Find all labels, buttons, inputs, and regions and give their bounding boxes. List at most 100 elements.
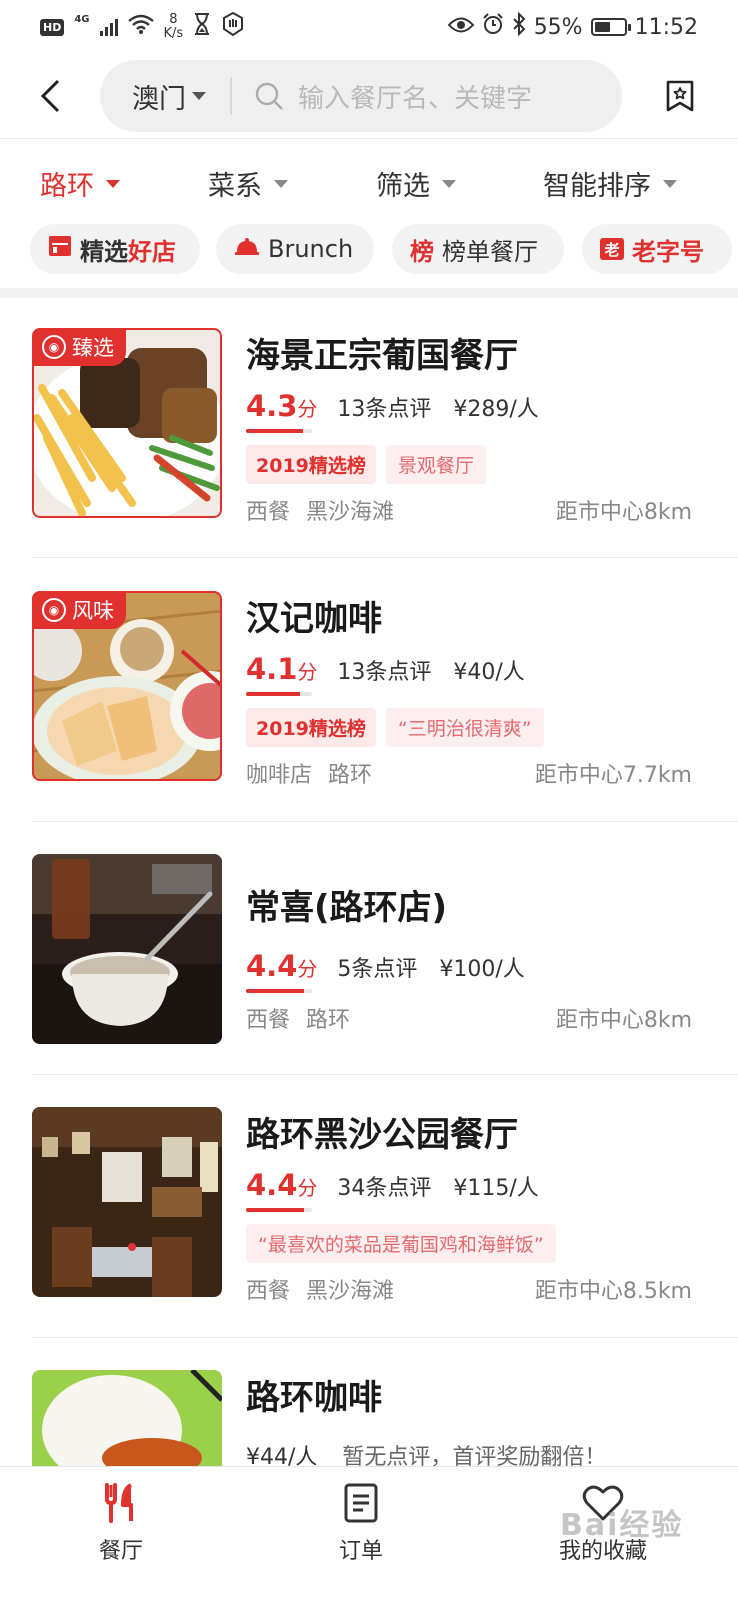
area-name: 黑沙海滩 (306, 1279, 395, 1304)
back-button[interactable] (0, 54, 100, 138)
tag-brunch[interactable]: Brunch (216, 224, 374, 274)
restaurant-meta: 西餐 路环 距市中心8km (246, 1002, 692, 1034)
rating-score: 4.4分 (246, 949, 317, 993)
filter-area[interactable]: 路环 (40, 164, 120, 203)
restaurant-name: 常喜(路环店) (246, 888, 448, 928)
restaurant-info: 路环咖啡 ¥44/人 暂无点评，首评奖励翻倍！ (246, 1370, 606, 1471)
list-divider (32, 1074, 738, 1075)
tag-ranking-label: 榜单餐厅 (442, 237, 538, 266)
filter-cuisine[interactable]: 菜系 (208, 164, 288, 203)
tag-brunch-label: Brunch (268, 235, 354, 263)
distance: 距市中心8km (555, 500, 692, 525)
status-left: HD 4G 8 K/s (40, 11, 245, 42)
city-dropdown-icon (192, 92, 206, 100)
city-label: 澳门 (132, 83, 186, 115)
nav-restaurants-label: 餐厅 (98, 1539, 143, 1564)
premium-badge: ◉ 臻选 (32, 328, 126, 366)
restaurant-name: 路环黑沙公园餐厅 (246, 1115, 518, 1155)
rating-bar (246, 989, 312, 993)
eye-icon (447, 15, 475, 40)
battery-icon (590, 18, 631, 36)
restaurant-photo (32, 854, 222, 1044)
bookmark-icon (666, 80, 694, 112)
signal-icon (99, 18, 118, 36)
rating-unit: 分 (297, 1176, 318, 1200)
area-name: 路环 (306, 1008, 351, 1033)
price-per-person: ¥100/人 (439, 957, 525, 982)
filter-cuisine-label: 菜系 (208, 171, 262, 202)
rating-bar (246, 692, 312, 696)
review-count: 5条点评 (337, 957, 418, 982)
rating-row: 4.1分 13条点评 ¥40/人 (246, 652, 544, 696)
restaurant-info: 路环黑沙公园餐厅 4.4分 34条点评 ¥115/人 “最喜欢的菜品是葡国鸡和海… (246, 1107, 556, 1263)
rating-bar (246, 1208, 312, 1212)
favorites-button[interactable] (622, 54, 738, 138)
search-input[interactable]: 输入餐厅名、关键字 (298, 78, 532, 115)
rating-score: 4.3分 (246, 389, 318, 433)
distance: 距市中心7.7km (534, 763, 692, 788)
filter-sort-chevron-icon (663, 179, 677, 188)
rating-row: 4.4分 5条点评 ¥100/人 (246, 949, 525, 993)
battery-fill (594, 22, 610, 32)
rating-value: 4.3 (246, 389, 298, 423)
area-name: 黑沙海滩 (306, 500, 395, 525)
rating-bar-fill (246, 692, 301, 696)
price-per-person: ¥115/人 (453, 1176, 539, 1201)
rating-unit: 分 (297, 660, 318, 684)
wifi-icon (127, 14, 154, 40)
cuisine-type: 咖啡店 (246, 763, 313, 788)
rating-value: 4.4 (246, 949, 298, 983)
category-tags: 精选 好店 Brunch 榜 榜单餐厅 老 老字号 (0, 224, 738, 274)
document-icon (344, 1483, 378, 1523)
review-quote-tag: “三明治很清爽” (385, 708, 544, 747)
city-selector[interactable]: 澳门 (132, 77, 206, 116)
nav-restaurants[interactable]: 餐厅 (46, 1483, 196, 1565)
filter-options[interactable]: 筛选 (376, 164, 456, 203)
restaurant-meta: 西餐 黑沙海滩 距市中心8km (246, 494, 692, 526)
nav-orders-label: 订单 (338, 1539, 383, 1564)
rating-value: 4.1 (246, 652, 298, 686)
rating-bar (246, 429, 312, 433)
rating-bar-fill (246, 429, 303, 433)
tag-time-honored[interactable]: 老 老字号 (582, 224, 732, 274)
rating-row: 4.4分 34条点评 ¥115/人 (246, 1168, 556, 1212)
store-icon (48, 235, 72, 263)
tag-selected-stores[interactable]: 精选 好店 (30, 224, 200, 274)
rating-unit: 分 (297, 397, 318, 421)
clock-time: 11:52 (634, 14, 698, 40)
rating-bar-fill (246, 1208, 305, 1212)
list-divider (32, 1337, 738, 1338)
time-honored-icon: 老 (600, 238, 624, 260)
cloche-icon (234, 235, 260, 263)
top-header: 澳门 输入餐厅名、关键字 (0, 54, 738, 138)
restaurant-name: 海景正宗葡国餐厅 (246, 336, 518, 376)
distance: 距市中心8km (555, 1008, 692, 1033)
cuisine-area: 西餐 黑沙海滩 (246, 494, 410, 526)
rating-score: 4.4分 (246, 1168, 318, 1212)
filter-options-chevron-icon (442, 179, 456, 188)
restaurant-tags: 2019精选榜 “三明治很清爽” (246, 708, 544, 747)
cuisine-area: 咖啡店 路环 (246, 757, 388, 789)
nav-orders[interactable]: 订单 (286, 1483, 436, 1565)
tag-ranking[interactable]: 榜 榜单餐厅 (392, 224, 564, 274)
net-speed-unit: K/s (163, 26, 184, 41)
net-speed-value: 8 (169, 12, 178, 27)
status-bar: HD 4G 8 K/s 55% 11:52 (0, 0, 738, 54)
filter-sort[interactable]: 智能排序 (543, 164, 677, 203)
bluetooth-icon (512, 11, 526, 42)
cuisine-area: 西餐 黑沙海滩 (246, 1273, 410, 1305)
filter-sort-label: 智能排序 (543, 171, 651, 202)
restaurant-meta: 西餐 黑沙海滩 距市中心8.5km (246, 1273, 692, 1305)
search-icon (254, 81, 284, 111)
cuisine-type: 西餐 (246, 1008, 291, 1033)
restaurant-photo: ◉ 风味 (32, 591, 222, 781)
list-divider (32, 821, 738, 822)
search-bar[interactable]: 澳门 输入餐厅名、关键字 (100, 60, 622, 132)
filter-area-chevron-icon (106, 179, 120, 188)
review-quote-tag: “最喜欢的菜品是葡国鸡和海鲜饭” (246, 1224, 556, 1263)
fork-knife-icon (105, 1483, 133, 1523)
restaurant-tags: “最喜欢的菜品是葡国鸡和海鲜饭” (246, 1224, 556, 1263)
restaurant-name: 汉记咖啡 (246, 599, 382, 639)
cuisine-type: 西餐 (246, 500, 291, 525)
filter-options-label: 筛选 (376, 171, 430, 202)
